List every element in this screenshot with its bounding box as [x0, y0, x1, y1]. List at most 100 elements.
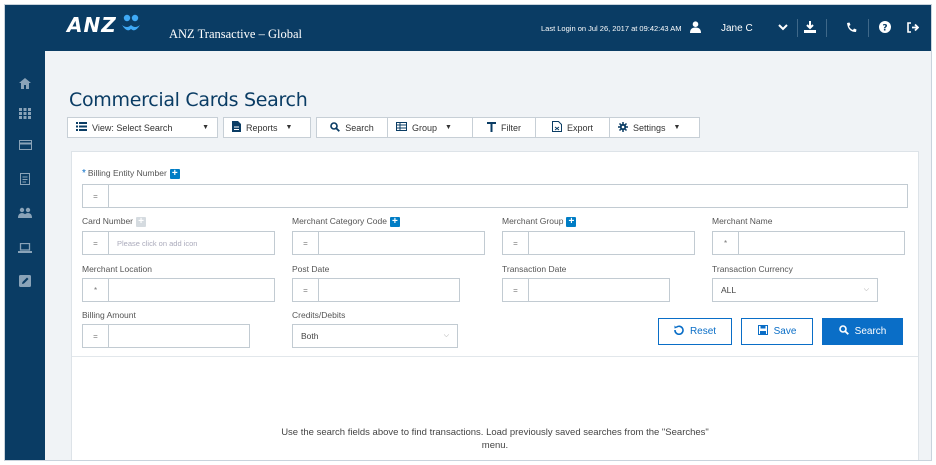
logout-icon[interactable]	[905, 19, 921, 35]
download-icon[interactable]	[802, 19, 818, 35]
operator-equals[interactable]: =	[293, 279, 319, 301]
app-title: ANZ Transactive – Global	[169, 27, 302, 41]
search-icon	[838, 325, 855, 338]
transaction-date-input[interactable]: =	[502, 278, 670, 302]
card-icon[interactable]	[17, 137, 33, 153]
save-button[interactable]: Save	[741, 318, 813, 345]
group-dropdown[interactable]: Group ▼	[387, 117, 473, 138]
merchant-group-label: Merchant Group	[502, 216, 564, 226]
view-select-search-dropdown[interactable]: View: Select Search ▼	[67, 117, 218, 138]
toolbar-search-button[interactable]: Search	[316, 117, 388, 138]
group-icon	[396, 122, 412, 133]
chevron-down-icon: ⌵	[863, 286, 869, 293]
sidebar	[5, 51, 45, 460]
report-icon	[232, 121, 246, 134]
operator-equals[interactable]: =	[83, 232, 109, 254]
search-label: Search	[345, 122, 374, 133]
transaction-currency-value: ALL	[721, 285, 737, 295]
app-window: ANZ ANZ Transactive – Global Last Login …	[4, 4, 932, 461]
add-merchant-group-icon[interactable]: +	[566, 216, 577, 227]
merchant-location-label: Merchant Location	[82, 264, 152, 274]
anz-logo[interactable]: ANZ	[67, 13, 142, 37]
credits-debits-label: Credits/Debits	[292, 310, 346, 320]
reset-button[interactable]: Reset	[658, 318, 732, 345]
laptop-icon[interactable]	[17, 240, 33, 256]
merchant-location-input[interactable]: *	[82, 278, 275, 302]
add-billing-entity-icon[interactable]: +	[169, 168, 180, 179]
billing-entity-number-label: Billing Entity Number	[87, 168, 167, 178]
card-number-input[interactable]: = Please click on add icon	[82, 231, 275, 255]
caret-down-icon: ▼	[202, 124, 209, 131]
edit-icon[interactable]	[17, 273, 33, 289]
card-number-label: Card Number	[82, 216, 134, 226]
document-icon[interactable]	[17, 171, 33, 187]
group-label: Group	[412, 122, 438, 133]
svg-text:?: ?	[882, 23, 887, 33]
search-form-panel: * Billing Entity Number + = Card Number + =…	[71, 151, 919, 460]
credits-debits-select[interactable]: Both ⌵	[292, 324, 458, 348]
home-icon[interactable]	[17, 75, 33, 91]
add-card-number-icon[interactable]: +	[136, 216, 147, 227]
card-number-label-row: Card Number +	[82, 216, 147, 227]
billing-entity-number-input[interactable]: =	[82, 184, 908, 208]
view-select-search-label: View: Select Search	[92, 122, 173, 133]
filter-icon	[487, 121, 501, 134]
user-name[interactable]: Jane C	[721, 23, 753, 34]
post-date-label: Post Date	[292, 264, 330, 274]
operator-equals[interactable]: =	[293, 232, 319, 254]
search-submit-button[interactable]: Search	[822, 318, 903, 345]
settings-dropdown[interactable]: Settings ▼	[609, 117, 700, 138]
filter-button[interactable]: Filter	[472, 117, 536, 138]
add-merchant-category-icon[interactable]: +	[389, 216, 400, 227]
operator-equals[interactable]: =	[83, 185, 109, 207]
users-icon[interactable]	[17, 204, 33, 220]
empty-results-message: Use the search fields above to find tran…	[281, 427, 709, 451]
user-icon	[687, 19, 703, 35]
search-submit-label: Search	[854, 326, 887, 337]
transaction-currency-label: Transaction Currency	[712, 264, 793, 274]
toolbar-divider	[826, 19, 827, 37]
caret-down-icon: ▼	[285, 124, 293, 131]
export-icon	[551, 121, 567, 134]
operator-equals[interactable]: =	[503, 279, 529, 301]
billing-amount-input[interactable]: =	[82, 324, 250, 348]
reset-icon	[674, 325, 690, 338]
merchant-group-label-row: Merchant Group +	[502, 216, 577, 227]
reports-dropdown[interactable]: Reports ▼	[223, 117, 311, 138]
caret-down-icon: ▼	[445, 124, 452, 131]
toolbar-divider	[797, 19, 798, 37]
billing-entity-number-label-row: * Billing Entity Number +	[82, 168, 180, 179]
chevron-down-icon[interactable]	[775, 19, 791, 35]
export-button[interactable]: Export	[535, 117, 610, 138]
merchant-category-code-input[interactable]: =	[292, 231, 485, 255]
section-divider	[72, 356, 918, 357]
operator-wildcard[interactable]: *	[83, 279, 109, 301]
merchant-name-input[interactable]: *	[712, 231, 905, 255]
help-icon[interactable]: ?	[877, 19, 893, 35]
toolbar-divider	[868, 19, 869, 37]
transaction-date-label: Transaction Date	[502, 264, 567, 274]
logo-text: ANZ	[67, 13, 117, 37]
operator-equals[interactable]: =	[503, 232, 529, 254]
operator-equals[interactable]: =	[83, 325, 109, 347]
reset-label: Reset	[689, 326, 717, 337]
top-bar: ANZ ANZ Transactive – Global Last Login …	[5, 5, 931, 51]
transaction-currency-select[interactable]: ALL ⌵	[712, 278, 878, 302]
phone-icon[interactable]	[843, 19, 859, 35]
reports-label: Reports	[246, 122, 278, 133]
card-number-placeholder: Please click on add icon	[117, 238, 198, 248]
page-title: Commercial Cards Search	[69, 89, 308, 111]
credits-debits-value: Both	[301, 331, 319, 341]
operator-wildcard[interactable]: *	[713, 232, 739, 254]
post-date-input[interactable]: =	[292, 278, 460, 302]
export-label: Export	[566, 122, 593, 133]
filter-label: Filter	[501, 122, 521, 133]
merchant-category-code-label: Merchant Category Code	[292, 216, 387, 226]
billing-amount-label: Billing Amount	[82, 310, 136, 320]
merchant-group-input[interactable]: =	[502, 231, 695, 255]
list-icon	[76, 122, 92, 133]
merchant-name-label: Merchant Name	[712, 216, 773, 226]
gear-icon	[618, 121, 633, 134]
merchant-category-code-label-row: Merchant Category Code +	[292, 216, 400, 227]
grid-icon[interactable]	[17, 105, 33, 121]
